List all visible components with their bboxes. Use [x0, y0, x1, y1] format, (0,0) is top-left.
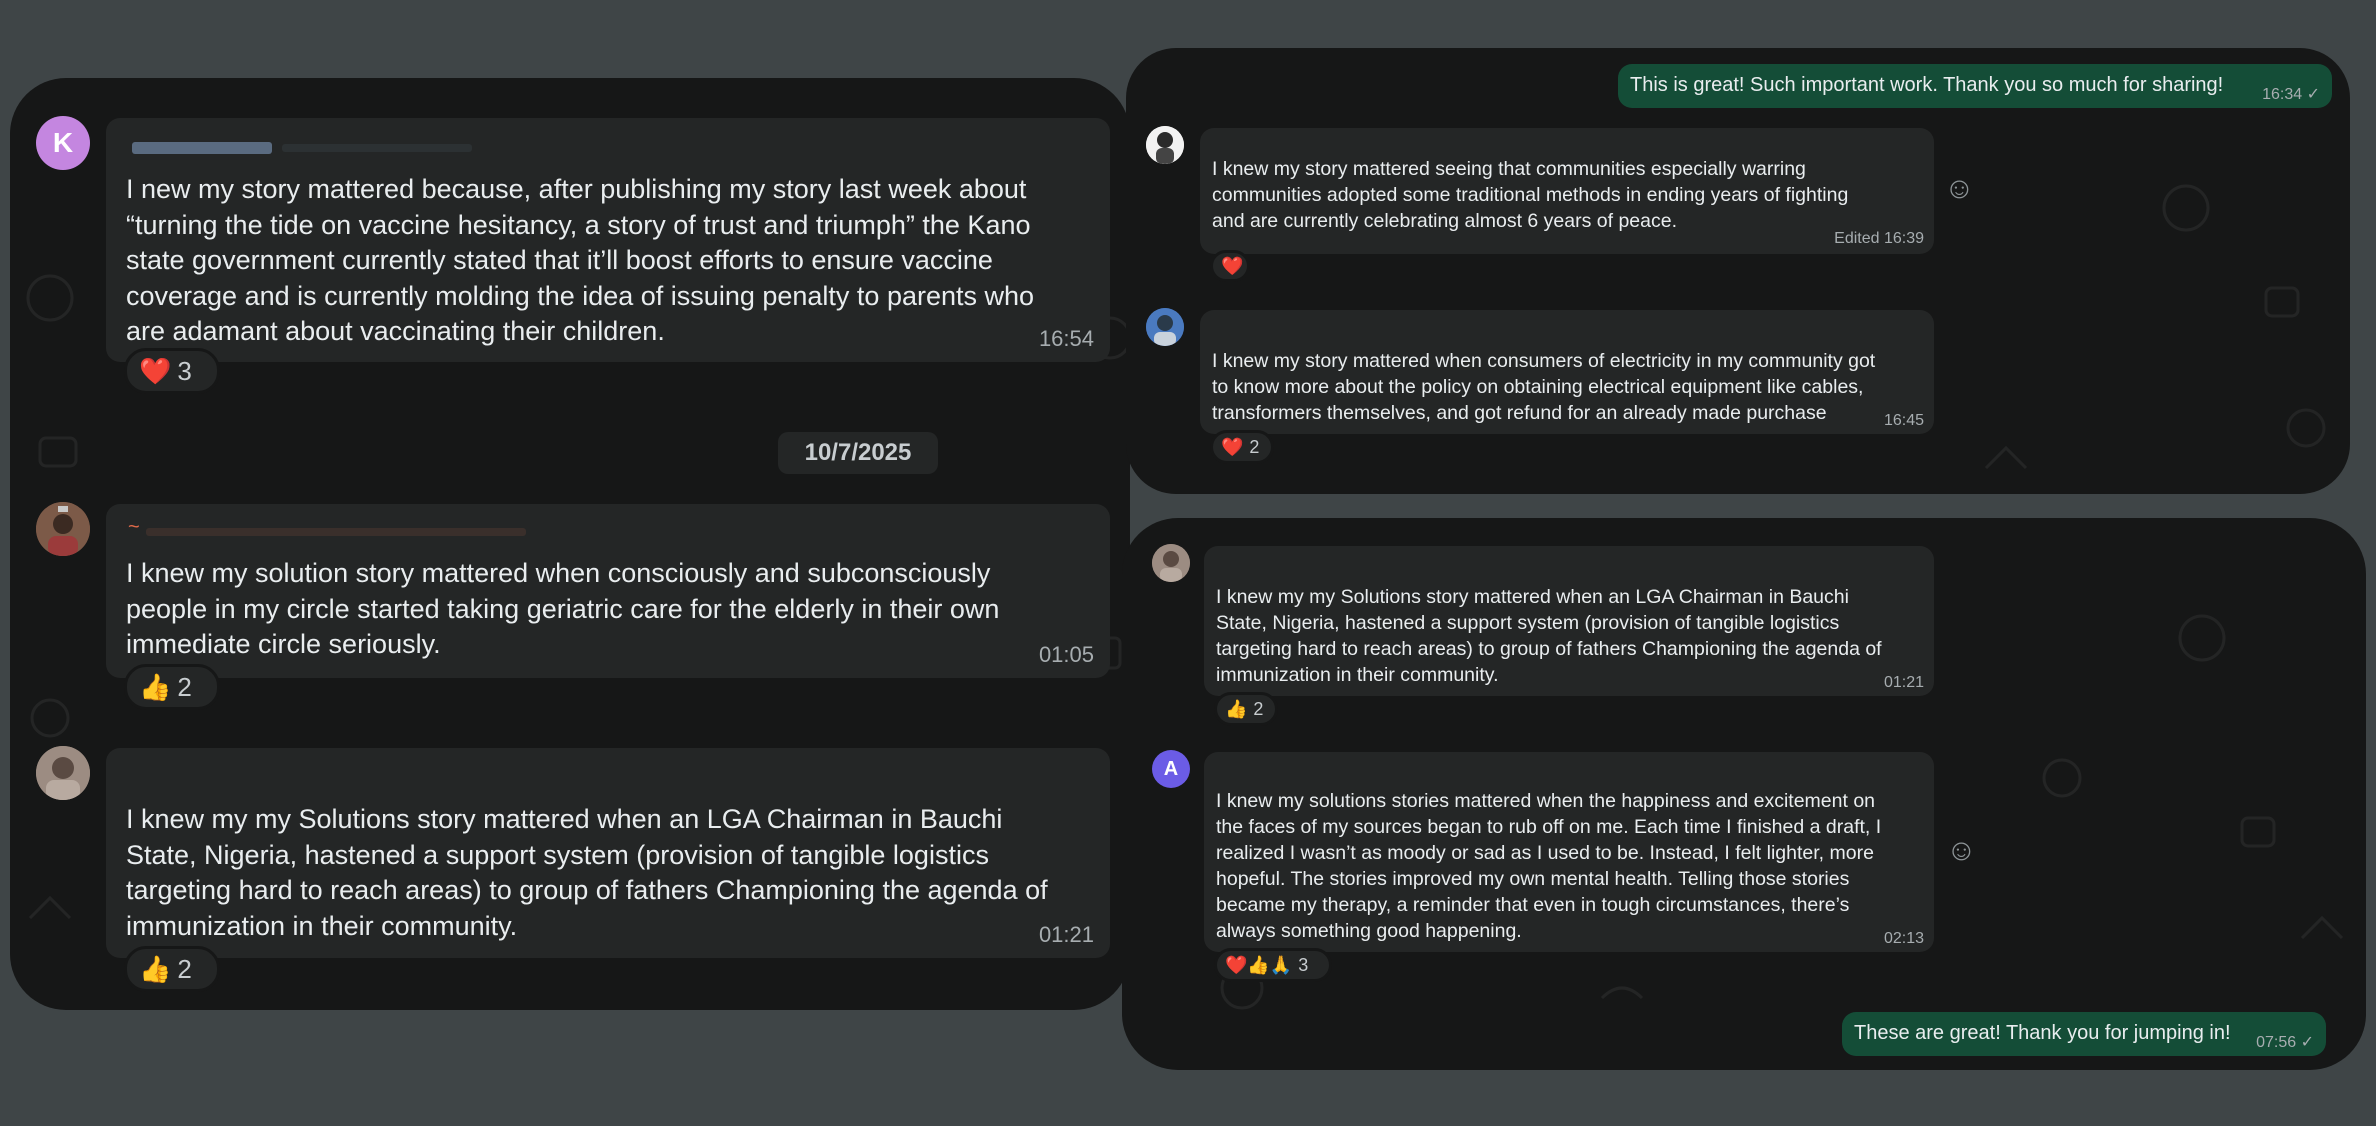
message-bubble[interactable]: I knew my my Solutions story mattered wh…: [1204, 546, 1934, 696]
reaction-pill[interactable]: ❤️👍🙏 3: [1214, 948, 1332, 982]
date-separator: 10/7/2025: [778, 432, 938, 474]
message-text: I knew my solutions stories mattered whe…: [1216, 790, 1882, 942]
message-time: 16:34 ✓: [2262, 84, 2320, 104]
message-time: 01:05: [1038, 642, 1094, 667]
heart-reaction-icon: ❤️: [1221, 436, 1244, 457]
thumbs-up-reaction-icon: 👍: [139, 671, 172, 702]
avatar-photo[interactable]: [36, 502, 90, 556]
bottom-right-chat-panel: I knew my my Solutions story mattered wh…: [1122, 518, 2366, 1070]
reaction-count: 3: [177, 355, 192, 386]
message-bubble[interactable]: ~ I knew my solution story mattered when…: [106, 504, 1110, 678]
reaction-count: 2: [177, 953, 192, 984]
multi-reaction-icons: ❤️👍🙏: [1225, 954, 1293, 975]
read-check-icon: ✓: [2306, 86, 2320, 103]
message-bubble[interactable]: I knew my story mattered seeing that com…: [1200, 128, 1934, 254]
read-check-icon: ✓: [2300, 1034, 2314, 1051]
message-bubble[interactable]: I knew my my Solutions story mattered wh…: [106, 748, 1110, 958]
message-text: I knew my story mattered seeing that com…: [1212, 158, 1849, 232]
message-text: I knew my solution story mattered when c…: [126, 558, 1000, 659]
reaction-count: 2: [177, 671, 192, 702]
reaction-pill[interactable]: 👍 2: [124, 664, 220, 710]
message-time: 16:54: [1038, 326, 1094, 351]
avatar-photo[interactable]: [1146, 308, 1184, 346]
heart-reaction-icon: ❤️: [139, 355, 172, 386]
avatar-k[interactable]: K: [36, 116, 90, 170]
add-reaction-smiley-icon[interactable]: ☺: [1946, 834, 1977, 868]
message-bubble[interactable]: I new my story mattered because, after p…: [106, 118, 1110, 362]
avatar-letter: A: [1163, 757, 1179, 780]
profile-photo-icon: [1146, 126, 1184, 164]
date-label: 10/7/2025: [804, 439, 912, 466]
message-time-label: 16:34: [2262, 86, 2303, 103]
outgoing-message-bubble[interactable]: These are great! Thank you for jumping i…: [1842, 1012, 2326, 1056]
sender-name-prefix: ~: [128, 516, 140, 538]
heart-reaction-icon: ❤️: [1221, 255, 1244, 276]
profile-photo-icon: [36, 746, 90, 800]
sender-name-redacted: [146, 528, 526, 536]
reaction-count: 2: [1253, 698, 1264, 719]
message-bubble[interactable]: I knew my solutions stories mattered whe…: [1204, 752, 1934, 952]
reaction-count: 3: [1298, 954, 1309, 975]
avatar-a[interactable]: A: [1152, 750, 1190, 788]
message-time: 07:56 ✓: [2256, 1032, 2314, 1052]
message-time: 01:21: [1038, 922, 1094, 947]
message-time-label: 07:56: [2256, 1034, 2297, 1051]
profile-photo-icon: [1152, 544, 1190, 582]
outgoing-message-bubble[interactable]: This is great! Such important work. Than…: [1618, 64, 2332, 108]
reaction-count: 2: [1249, 436, 1260, 457]
avatar-photo[interactable]: [36, 746, 90, 800]
add-reaction-smiley-icon[interactable]: ☺: [1944, 172, 1975, 206]
message-text: I knew my my Solutions story mattered wh…: [126, 804, 1048, 941]
sender-phone-redacted: [282, 144, 472, 152]
thumbs-up-reaction-icon: 👍: [1225, 698, 1248, 719]
reaction-pill[interactable]: 👍 2: [1214, 692, 1278, 726]
avatar-letter: K: [52, 127, 74, 158]
message-text: I knew my story mattered when consumers …: [1212, 350, 1876, 424]
reaction-pill[interactable]: ❤️ 3: [124, 348, 220, 394]
sender-name-redacted: [132, 142, 272, 154]
avatar-photo[interactable]: [1146, 126, 1184, 164]
reaction-pill[interactable]: 👍 2: [124, 946, 220, 992]
profile-photo-icon: [1146, 308, 1184, 346]
message-time: Edited 16:39: [1834, 230, 1924, 247]
message-text: These are great! Thank you for jumping i…: [1854, 1022, 2231, 1044]
reaction-pill[interactable]: ❤️: [1210, 250, 1250, 282]
message-text: This is great! Such important work. Than…: [1630, 74, 2224, 96]
message-time: 01:21: [1883, 674, 1924, 691]
message-time: 16:45: [1883, 412, 1924, 429]
message-text: I knew my my Solutions story mattered wh…: [1216, 586, 1882, 686]
profile-photo-icon: [36, 502, 90, 556]
thumbs-up-reaction-icon: 👍: [139, 953, 172, 984]
top-right-chat-panel: This is great! Such important work. Than…: [1126, 48, 2350, 494]
message-text: I new my story mattered because, after p…: [126, 174, 1035, 346]
avatar-photo[interactable]: [1152, 544, 1190, 582]
reaction-pill[interactable]: ❤️ 2: [1210, 430, 1274, 464]
message-bubble[interactable]: I knew my story mattered when consumers …: [1200, 310, 1934, 434]
left-chat-panel: K I new my story mattered because, after…: [10, 78, 1130, 1010]
message-time: 02:13: [1883, 930, 1924, 947]
